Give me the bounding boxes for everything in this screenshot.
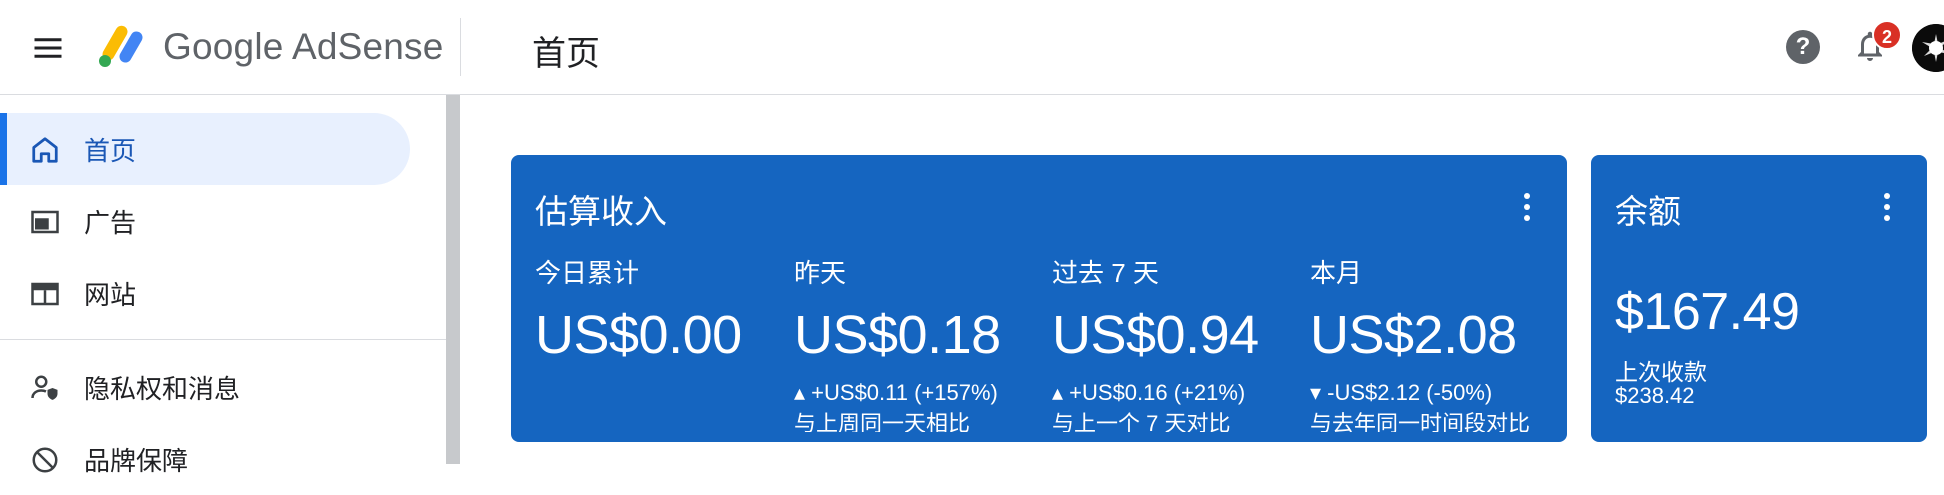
- metric-delta: ▴ +US$0.11 (+157%): [794, 380, 998, 405]
- sidebar-item-label: 广告: [84, 207, 137, 238]
- page-title: 首页: [532, 35, 600, 73]
- header-divider: [460, 18, 461, 76]
- brand-product: AdSense: [291, 26, 444, 67]
- sidebar-item-ads[interactable]: 广告: [0, 185, 410, 257]
- balance-card[interactable]: 余额 $167.49 上次收款 $238.42: [1591, 155, 1927, 442]
- metric-today: 今日累计 US$0.00: [535, 253, 785, 366]
- help-icon[interactable]: ?: [1786, 30, 1820, 64]
- metric-last-7-days: 过去 7 天 US$0.94 ▴ +US$0.16 (+21%) 与上一个 7 …: [1052, 253, 1302, 432]
- metric-compare: 与上周同一天相比: [794, 411, 971, 432]
- metric-label: 过去 7 天: [1052, 258, 1159, 288]
- metric-label: 本月: [1310, 258, 1363, 288]
- top-app-bar: Google AdSense 首页 ? 2: [0, 0, 1944, 95]
- sidebar-item-label: 隐私权和消息: [84, 373, 241, 404]
- last-payment-value: $238.42: [1615, 383, 1695, 408]
- last-payment-label: 上次收款: [1615, 359, 1707, 385]
- home-icon: [32, 137, 58, 163]
- ads-icon: [31, 210, 59, 234]
- balance-value: $167.49: [1615, 283, 1800, 341]
- sidebar-scrollbar[interactable]: [446, 95, 460, 464]
- metric-this-month: 本月 US$2.08 ▾ -US$2.12 (-50%) 与去年同一时间段对比: [1310, 253, 1560, 432]
- privacy-messaging-icon: [31, 375, 58, 400]
- metric-delta: ▴ +US$0.16 (+21%): [1052, 380, 1246, 405]
- hamburger-menu-icon[interactable]: [30, 30, 66, 66]
- sidebar-item-home[interactable]: 首页: [0, 113, 410, 185]
- adsense-logo-icon[interactable]: [96, 22, 148, 70]
- avatar-image: [1912, 24, 1944, 72]
- metric-delta: ▾ -US$2.12 (-50%): [1310, 380, 1493, 405]
- sidebar-item-label: 首页: [84, 135, 137, 166]
- metric-label: 昨天: [794, 258, 847, 288]
- metric-compare: 与上一个 7 天对比: [1052, 411, 1231, 432]
- sites-icon: [31, 282, 59, 306]
- card-title: 估算收入: [535, 193, 667, 230]
- sidebar-item-label: 品牌保障: [84, 445, 189, 476]
- metric-value: US$0.94: [1052, 305, 1259, 365]
- notification-count-badge[interactable]: 2: [1872, 20, 1902, 50]
- sidebar-item-sites[interactable]: 网站: [0, 257, 410, 329]
- sidebar-item-privacy-messaging[interactable]: 隐私权和消息: [0, 351, 410, 423]
- metric-value: US$0.00: [535, 305, 742, 365]
- sidebar-nav: 首页 广告 网站 隐私权和消息 品牌保障: [0, 95, 446, 476]
- brand-google: Google: [163, 26, 284, 67]
- card-title: 余额: [1615, 193, 1681, 230]
- metric-label: 今日累计: [535, 258, 640, 288]
- block-icon: [32, 447, 58, 473]
- brand-name[interactable]: Google AdSense: [163, 26, 444, 68]
- more-vert-icon[interactable]: [1523, 193, 1531, 223]
- metric-compare: 与去年同一时间段对比: [1310, 411, 1531, 432]
- metric-yesterday: 昨天 US$0.18 ▴ +US$0.11 (+157%) 与上周同一天相比: [794, 253, 1044, 432]
- metric-value: US$0.18: [794, 305, 1001, 365]
- nav-divider: [0, 339, 446, 340]
- sidebar-item-label: 网站: [84, 279, 137, 310]
- metric-value: US$2.08: [1310, 305, 1517, 365]
- avatar[interactable]: [1912, 24, 1944, 72]
- estimated-earnings-card[interactable]: 估算收入 今日累计 US$0.00 昨天 US$0.18 ▴ +US$0.11 …: [511, 155, 1567, 442]
- sidebar-item-brand-safety[interactable]: 品牌保障: [0, 423, 410, 495]
- more-vert-icon[interactable]: [1883, 193, 1891, 223]
